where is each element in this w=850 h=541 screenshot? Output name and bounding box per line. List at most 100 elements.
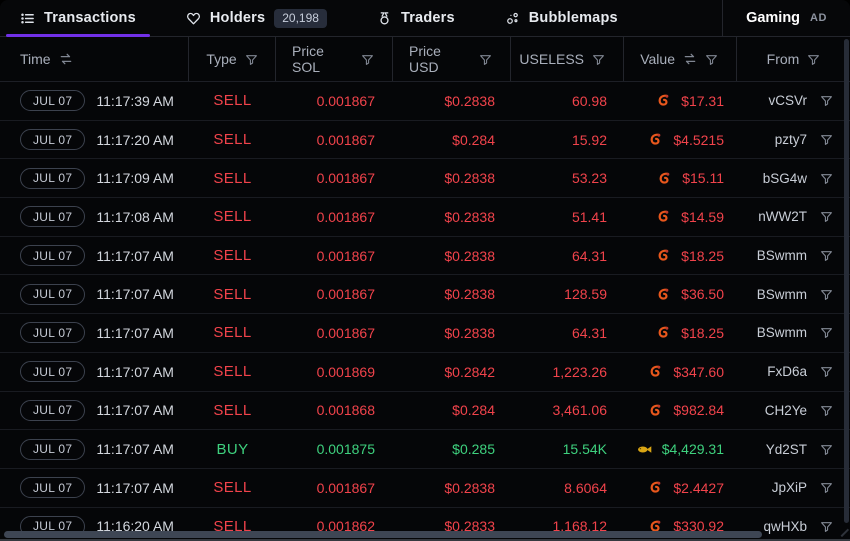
- column-label: USELESS: [519, 51, 584, 67]
- transaction-row[interactable]: JUL 07 11:17:09 AM SELL 0.001867 $0.2838…: [0, 159, 850, 198]
- time-text: 11:17:07 AM: [96, 402, 174, 418]
- filter-icon[interactable]: [820, 94, 833, 107]
- filter-icon[interactable]: [820, 249, 833, 262]
- filter-icon[interactable]: [820, 365, 833, 378]
- transaction-row[interactable]: JUL 07 11:17:07 AM BUY 0.001875 $0.285 1…: [0, 430, 850, 469]
- time-cell: JUL 07 11:17:07 AM: [0, 237, 189, 275]
- value-usd: $18.25: [681, 325, 724, 341]
- from-cell: BSwmm: [737, 314, 850, 352]
- value-cell: $17.31: [624, 82, 737, 120]
- value-cell: $15.11: [624, 159, 737, 197]
- column-header-useless[interactable]: USELESS: [511, 37, 624, 81]
- column-label: Price SOL: [292, 43, 353, 75]
- time-cell: JUL 07 11:17:07 AM: [0, 469, 189, 507]
- type-label: SELL: [189, 314, 276, 352]
- tab-traders[interactable]: Traders: [363, 0, 469, 36]
- price-sol-value: 0.001868: [276, 392, 393, 430]
- filter-icon[interactable]: [820, 133, 833, 146]
- shrimp-icon: [655, 208, 672, 225]
- vertical-scrollbar[interactable]: [844, 39, 849, 523]
- time-cell: JUL 07 11:17:08 AM: [0, 198, 189, 236]
- filter-icon[interactable]: [820, 481, 833, 494]
- value-usd: $36.50: [681, 286, 724, 302]
- token-amount-value: 8.6064: [511, 469, 624, 507]
- date-badge: JUL 07: [20, 361, 85, 382]
- transaction-row[interactable]: JUL 07 11:17:20 AM SELL 0.001867 $0.284 …: [0, 121, 850, 160]
- filter-icon[interactable]: [705, 53, 718, 66]
- shrimp-icon: [656, 170, 673, 187]
- column-header-price-usd[interactable]: Price USD: [393, 37, 511, 81]
- time-cell: JUL 07 11:17:07 AM: [0, 430, 189, 468]
- time-cell: JUL 07 11:17:07 AM: [0, 353, 189, 391]
- from-cell: CH2Ye: [737, 392, 850, 430]
- token-amount-value: 15.54K: [511, 430, 624, 468]
- horizontal-scrollbar[interactable]: [4, 531, 762, 538]
- from-cell: JpXiP: [737, 469, 850, 507]
- type-label: SELL: [189, 82, 276, 120]
- tab-list: Transactions Holders 20,198 Traders Bub: [0, 0, 722, 36]
- filter-icon[interactable]: [807, 53, 820, 66]
- transaction-row[interactable]: JUL 07 11:17:07 AM SELL 0.001867 $0.2838…: [0, 314, 850, 353]
- value-usd: $14.59: [681, 209, 724, 225]
- shrimp-icon: [647, 402, 664, 419]
- shrimp-icon: [655, 247, 672, 264]
- price-sol-value: 0.001867: [276, 82, 393, 120]
- token-amount-value: 1,223.26: [511, 353, 624, 391]
- type-label: SELL: [189, 275, 276, 313]
- time-text: 11:17:08 AM: [96, 209, 174, 225]
- wallet-address: pzty7: [775, 132, 807, 147]
- column-header-time[interactable]: Time: [0, 37, 189, 81]
- filter-icon[interactable]: [820, 210, 833, 223]
- transaction-row[interactable]: JUL 07 11:17:07 AM SELL 0.001867 $0.2838…: [0, 469, 850, 508]
- transaction-row[interactable]: JUL 07 11:17:07 AM SELL 0.001867 $0.2838…: [0, 275, 850, 314]
- token-amount-value: 64.31: [511, 237, 624, 275]
- column-header-value[interactable]: Value: [624, 37, 737, 81]
- transaction-row[interactable]: JUL 07 11:17:39 AM SELL 0.001867 $0.2838…: [0, 82, 850, 121]
- value-cell: $36.50: [624, 275, 737, 313]
- column-label: From: [767, 51, 800, 67]
- tab-bubblemaps[interactable]: Bubblemaps: [491, 0, 632, 36]
- filter-icon[interactable]: [592, 53, 605, 66]
- column-header-price-sol[interactable]: Price SOL: [276, 37, 393, 81]
- time-cell: JUL 07 11:17:07 AM: [0, 314, 189, 352]
- date-badge: JUL 07: [20, 439, 85, 460]
- date-badge: JUL 07: [20, 284, 85, 305]
- token-amount-value: 15.92: [511, 121, 624, 159]
- date-badge: JUL 07: [20, 90, 85, 111]
- from-cell: vCSVr: [737, 82, 850, 120]
- transaction-row[interactable]: JUL 07 11:17:08 AM SELL 0.001867 $0.2838…: [0, 198, 850, 237]
- filter-icon[interactable]: [820, 326, 833, 339]
- price-usd-value: $0.285: [393, 430, 511, 468]
- tab-transactions[interactable]: Transactions: [6, 0, 150, 36]
- filter-icon[interactable]: [820, 288, 833, 301]
- swap-sort-icon[interactable]: [59, 52, 73, 66]
- price-sol-value: 0.001867: [276, 275, 393, 313]
- value-cell: $2.4427: [624, 469, 737, 507]
- transaction-row[interactable]: JUL 07 11:17:07 AM SELL 0.001867 $0.2838…: [0, 237, 850, 276]
- transaction-row[interactable]: JUL 07 11:17:07 AM SELL 0.001868 $0.284 …: [0, 392, 850, 431]
- shrimp-icon: [655, 324, 672, 341]
- value-usd: $347.60: [673, 364, 724, 380]
- filter-icon[interactable]: [361, 53, 374, 66]
- column-header-from[interactable]: From: [737, 37, 850, 81]
- filter-icon[interactable]: [820, 404, 833, 417]
- filter-icon[interactable]: [245, 53, 258, 66]
- price-sol-value: 0.001867: [276, 469, 393, 507]
- wallet-address: Yd2ST: [766, 442, 807, 457]
- token-amount-value: 3,461.06: [511, 392, 624, 430]
- gaming-ad[interactable]: Gaming AD: [722, 0, 850, 36]
- filter-icon[interactable]: [820, 172, 833, 185]
- transaction-row[interactable]: JUL 07 11:17:07 AM SELL 0.001869 $0.2842…: [0, 353, 850, 392]
- time-text: 11:17:07 AM: [96, 325, 174, 341]
- filter-icon[interactable]: [479, 53, 492, 66]
- swap-sort-icon[interactable]: [683, 52, 697, 66]
- list-icon: [20, 11, 35, 26]
- from-cell: Yd2ST: [737, 430, 850, 468]
- column-header-type[interactable]: Type: [189, 37, 276, 81]
- filter-icon[interactable]: [820, 443, 833, 456]
- type-label: BUY: [189, 430, 276, 468]
- token-amount-value: 53.23: [511, 159, 624, 197]
- transactions-rows: JUL 07 11:17:39 AM SELL 0.001867 $0.2838…: [0, 82, 850, 541]
- time-text: 11:17:09 AM: [96, 170, 174, 186]
- tab-holders[interactable]: Holders 20,198: [172, 0, 341, 36]
